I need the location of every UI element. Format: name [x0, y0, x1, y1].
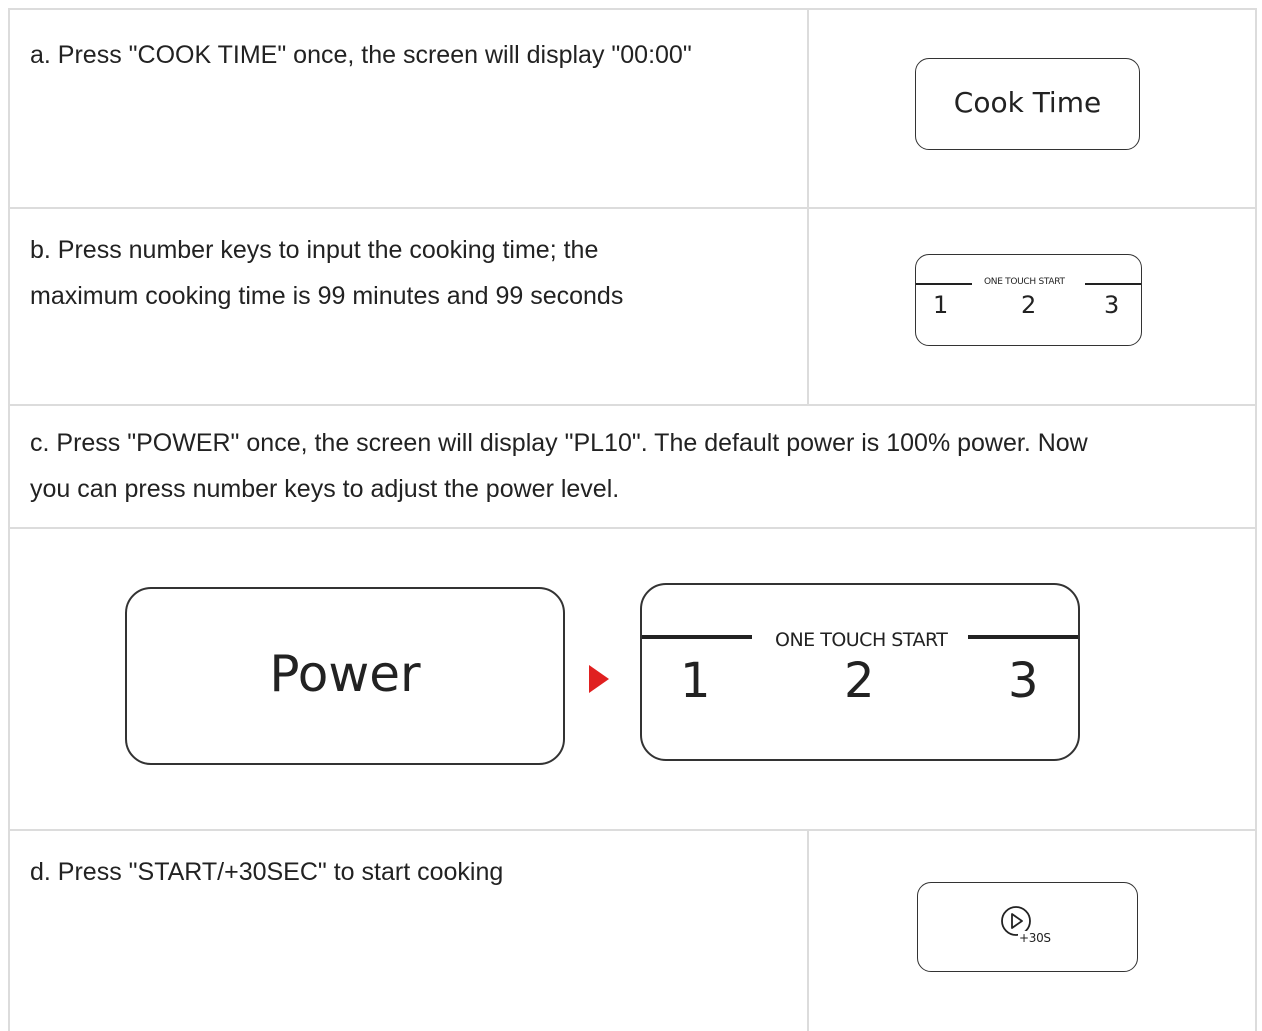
step-b-text: b. Press number keys to input the cookin… — [8, 209, 809, 404]
one-touch-start-caption: ONE TOUCH START — [775, 629, 948, 651]
key-1: 1 — [680, 653, 711, 709]
step-b-line2: maximum cooking time is 99 minutes and 9… — [30, 282, 624, 310]
arrow-right-icon — [589, 665, 609, 693]
cook-time-key: Cook Time — [915, 58, 1140, 150]
step-d-illustration: +30S — [809, 831, 1257, 1031]
key-2: 2 — [1021, 291, 1037, 319]
step-b-illustration: ONE TOUCH START 1 2 3 — [809, 209, 1257, 404]
one-touch-start-caption: ONE TOUCH START — [984, 277, 1065, 287]
step-b-row: b. Press number keys to input the cookin… — [8, 209, 1257, 406]
step-a-text: a. Press "COOK TIME" once, the screen wi… — [8, 10, 809, 207]
step-d-row: d. Press "START/+30SEC" to start cooking… — [8, 831, 1257, 1031]
plus-30s-caption: +30S — [1018, 931, 1052, 945]
cook-time-label: Cook Time — [953, 86, 1102, 119]
key-3: 3 — [1104, 291, 1120, 319]
power-label: Power — [269, 645, 421, 703]
step-c-text: c. Press "POWER" once, the screen will d… — [8, 406, 1257, 527]
key-1: 1 — [933, 291, 949, 319]
step-b-line1: b. Press number keys to input the cookin… — [30, 236, 599, 264]
step-a-row: a. Press "COOK TIME" once, the screen wi… — [8, 8, 1257, 209]
number-keys-panel-large: ONE TOUCH START 1 2 3 — [640, 583, 1080, 761]
key-2: 2 — [844, 653, 875, 709]
divider-line-right — [968, 635, 1078, 639]
step-c-line1: c. Press "POWER" once, the screen will d… — [30, 429, 1088, 457]
instruction-table: a. Press "COOK TIME" once, the screen wi… — [8, 8, 1257, 1031]
step-a-illustration: Cook Time — [809, 10, 1257, 207]
power-key: Power — [125, 587, 565, 765]
step-c-line2: you can press number keys to adjust the … — [30, 475, 620, 503]
divider-line-right — [1085, 283, 1141, 285]
number-keys-panel: ONE TOUCH START 1 2 3 — [915, 254, 1142, 346]
divider-line-left — [642, 635, 752, 639]
step-c-illustration: Power ONE TOUCH START 1 2 3 — [8, 529, 1257, 829]
step-c-illustration-row: Power ONE TOUCH START 1 2 3 — [8, 529, 1257, 831]
start-30sec-key: +30S — [917, 882, 1138, 972]
divider-line-left — [916, 283, 972, 285]
key-3: 3 — [1008, 653, 1039, 709]
step-d-text: d. Press "START/+30SEC" to start cooking — [8, 831, 809, 1031]
step-c-row: c. Press "POWER" once, the screen will d… — [8, 406, 1257, 529]
